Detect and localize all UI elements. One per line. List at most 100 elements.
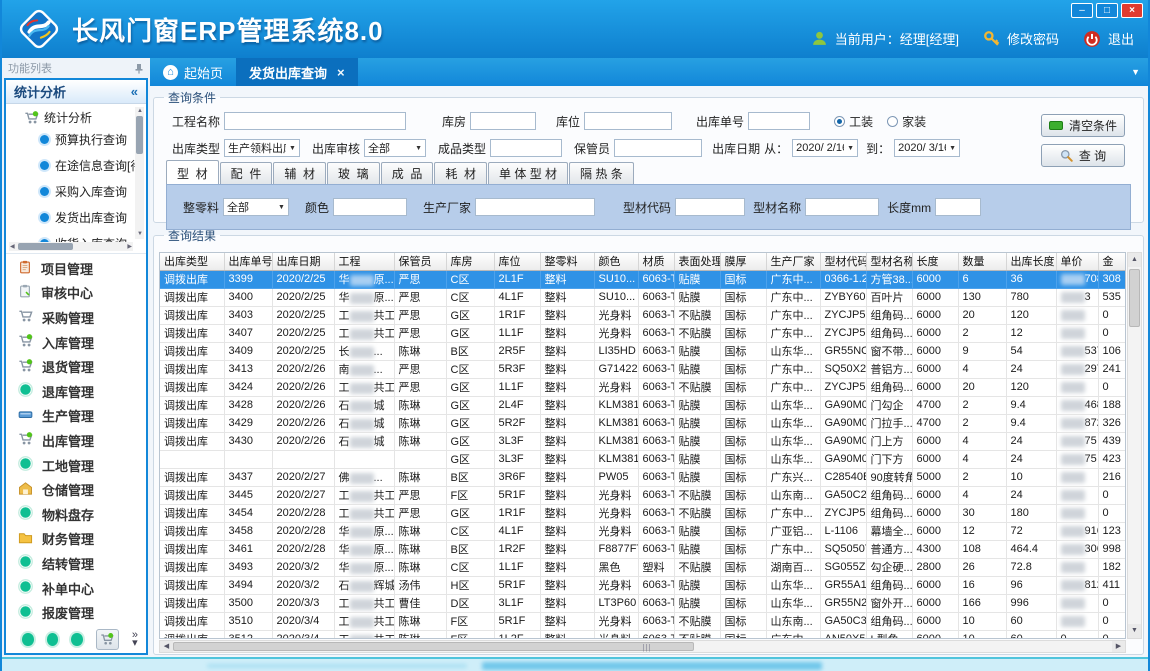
table-row[interactable]: 调拨出库34282020/2/26石城陈琳G区2L4F整料KLM38176063… — [160, 396, 1126, 414]
tree-vertical-scrollbar[interactable]: ▲▼ — [135, 107, 144, 239]
column-header[interactable]: 工程 — [334, 253, 394, 270]
keeper-input[interactable] — [614, 139, 702, 157]
sidebar-item-退库管理[interactable]: 退库管理 — [6, 382, 146, 401]
material-tab-耗材[interactable]: 耗 材 — [434, 162, 487, 184]
sidebar-item-结转管理[interactable]: 结转管理 — [6, 554, 146, 573]
column-header[interactable]: 整零料 — [540, 253, 594, 270]
tree-root[interactable]: 统计分析 — [14, 109, 132, 126]
length-mm-input[interactable] — [935, 198, 981, 216]
material-tab-成品[interactable]: 成 品 — [381, 162, 434, 184]
column-header[interactable]: 出库类型 — [160, 253, 224, 270]
tree-item-采购入库查询[interactable]: 采购入库查询 — [14, 178, 132, 204]
scroll-down-icon[interactable]: ▼ — [1128, 624, 1141, 638]
column-header[interactable]: 库房 — [446, 253, 494, 270]
manufacturer-input[interactable] — [475, 198, 595, 216]
table-row[interactable]: 调拨出库34932020/3/2华原...陈琳C区1L1F整料黑色塑料不贴膜国标… — [160, 558, 1126, 576]
radio-jiazhuang[interactable]: 家装 — [887, 113, 926, 130]
color-input[interactable] — [333, 198, 407, 216]
overflow-chevron-icon[interactable]: »▾ — [132, 631, 138, 647]
logout-link[interactable]: 退出 — [1108, 29, 1134, 48]
tree-item-预算执行查询[interactable]: 预算执行查询 — [14, 126, 132, 152]
material-tab-玻璃[interactable]: 玻 璃 — [327, 162, 380, 184]
tab-shipping-out-query[interactable]: 发货出库查询 × — [236, 58, 358, 86]
material-tab-辅材[interactable]: 辅 材 — [273, 162, 326, 184]
order-no-input[interactable] — [748, 112, 810, 130]
quick-item-icon[interactable] — [22, 633, 34, 646]
grid-vertical-scrollbar[interactable]: ▲ ▼ — [1127, 252, 1142, 639]
vscroll-thumb[interactable] — [1129, 269, 1140, 327]
radio-gongzhuang[interactable]: 工装 — [834, 113, 873, 130]
collapse-chevron-icon[interactable]: « — [131, 84, 138, 99]
tree-item-发货出库查询[interactable]: 发货出库查询 — [14, 204, 132, 230]
table-row[interactable]: 调拨出库34942020/3/2石辉城汤伟H区5R1F整料光身料6063-T5贴… — [160, 576, 1126, 594]
column-header[interactable]: 膜厚 — [720, 253, 766, 270]
column-header[interactable]: 金 — [1098, 253, 1126, 270]
column-header[interactable]: 长度 — [912, 253, 958, 270]
product-type-input[interactable] — [490, 139, 562, 157]
cart-quick-button[interactable] — [96, 629, 119, 650]
table-row[interactable]: 调拨出库34542020/2/28工共工程严思G区1R1F整料光身料6063-T… — [160, 504, 1126, 522]
table-row[interactable]: 调拨出库34582020/2/28华原...陈琳C区4L1F整料光身料6063-… — [160, 522, 1126, 540]
table-row[interactable]: 调拨出库35122020/3/4工共工程陈琳F区1L2F整料光身料6063-T5… — [160, 630, 1126, 639]
quick-item-icon[interactable] — [47, 633, 59, 646]
column-header[interactable]: 数量 — [958, 253, 1006, 270]
table-row[interactable]: 调拨出库34002020/2/25华原...严思C区4L1F整料SU10...6… — [160, 288, 1126, 306]
close-button[interactable]: × — [1121, 3, 1143, 18]
table-row[interactable]: 调拨出库34132020/2/26南...严思C区5R3F整料G71422606… — [160, 360, 1126, 378]
table-row[interactable]: 调拨出库34292020/2/26石城陈琳G区5R2F整料KLM38176063… — [160, 414, 1126, 432]
scroll-right-icon[interactable]: ▶ — [1112, 641, 1125, 652]
grid-horizontal-scrollbar[interactable]: ◀ ||| ▶ — [159, 640, 1126, 653]
sidebar-item-退货管理[interactable]: 退货管理 — [6, 357, 146, 376]
table-row[interactable]: 调拨出库34032020/2/25工共工程严思G区1R1F整料光身料6063-T… — [160, 306, 1126, 324]
profile-name-input[interactable] — [805, 198, 879, 216]
table-row[interactable]: 调拨出库33992020/2/25华原...严思C区2L1F整料SU10...6… — [160, 270, 1126, 288]
column-header[interactable]: 型材名称 — [866, 253, 912, 270]
table-row[interactable]: 调拨出库34452020/2/27工共工程严思F区5R1F整料光身料6063-T… — [160, 486, 1126, 504]
table-row[interactable]: 调拨出库34242020/2/26工共工程严思G区1L1F整料光身料6063-T… — [160, 378, 1126, 396]
table-row[interactable]: 调拨出库34372020/2/27佛...陈琳B区3R6F整料PW056063-… — [160, 468, 1126, 486]
clear-conditions-button[interactable]: 清空条件 — [1041, 114, 1125, 137]
table-row[interactable]: 调拨出库35102020/3/4工共工程陈琳F区5R1F整料光身料6063-T5… — [160, 612, 1126, 630]
maximize-button[interactable]: □ — [1096, 3, 1118, 18]
out-type-select[interactable]: 生产领料出库▼ — [224, 139, 300, 157]
column-header[interactable]: 出库单号 — [224, 253, 272, 270]
tab-list-chevron-icon[interactable]: ▼ — [1131, 67, 1140, 77]
sidebar-item-生产管理[interactable]: 生产管理 — [6, 406, 146, 425]
column-header[interactable]: 表面处理 — [674, 253, 720, 270]
column-header[interactable]: 保管员 — [394, 253, 446, 270]
column-header[interactable]: 单价 — [1056, 253, 1098, 270]
pin-icon[interactable] — [134, 63, 144, 74]
column-header[interactable]: 出库日期 — [272, 253, 334, 270]
warehouse-input[interactable] — [470, 112, 536, 130]
sidebar-item-物料盘存[interactable]: 物料盘存 — [6, 505, 146, 524]
column-header[interactable]: 材质 — [638, 253, 674, 270]
sidebar-item-仓储管理[interactable]: 仓储管理 — [6, 480, 146, 499]
sidebar-item-补单中心[interactable]: 补单中心 — [6, 579, 146, 598]
column-header[interactable]: 型材代码 — [820, 253, 866, 270]
quick-item-icon[interactable] — [71, 633, 83, 646]
column-header[interactable]: 库位 — [494, 253, 540, 270]
scroll-up-icon[interactable]: ▲ — [1128, 253, 1141, 267]
sidebar-item-入库管理[interactable]: 入库管理 — [6, 333, 146, 352]
search-button[interactable]: 查 询 — [1041, 144, 1125, 167]
date-from-picker[interactable]: 2020/ 2/16▼ — [792, 139, 858, 157]
minimize-button[interactable]: – — [1071, 3, 1093, 18]
location-input[interactable] — [584, 112, 672, 130]
sidebar-item-采购管理[interactable]: 采购管理 — [6, 308, 146, 327]
material-tab-单体型材[interactable]: 单 体 型 材 — [488, 162, 568, 184]
table-row[interactable]: G区3L3F整料KLM38176063-T5贴膜国标山东华...GA90M09.… — [160, 450, 1126, 468]
scroll-left-icon[interactable]: ◀ — [160, 641, 173, 652]
sidebar-item-工地管理[interactable]: 工地管理 — [6, 456, 146, 475]
material-tab-型材[interactable]: 型 材 — [166, 160, 219, 184]
sidebar-item-审核中心[interactable]: 审核中心 — [6, 283, 146, 302]
material-tab-隔热条[interactable]: 隔 热 条 — [569, 162, 634, 184]
profile-code-input[interactable] — [675, 198, 745, 216]
sidebar-item-项目管理[interactable]: 项目管理 — [6, 259, 146, 278]
table-row[interactable]: 调拨出库34302020/2/26石城陈琳G区3L3F整料KLM38176063… — [160, 432, 1126, 450]
sidebar-item-报废管理[interactable]: 报废管理 — [6, 603, 146, 622]
tree-item-在途信息查询[待[interactable]: 在途信息查询[待 — [14, 152, 132, 178]
tab-home[interactable]: ⌂ 起始页 — [150, 58, 236, 86]
change-password-link[interactable]: 修改密码 — [1007, 29, 1059, 48]
out-audit-select[interactable]: 全部▼ — [364, 139, 426, 157]
tab-close-icon[interactable]: × — [337, 65, 345, 80]
